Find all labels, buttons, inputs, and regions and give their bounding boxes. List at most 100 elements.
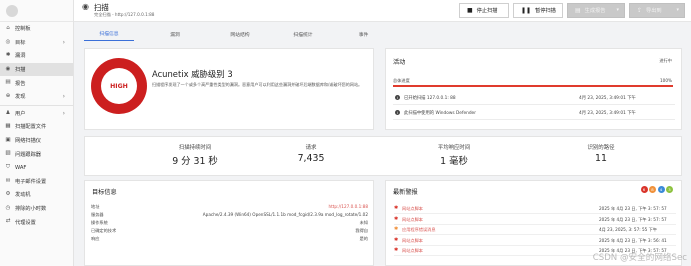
tab-site-structure[interactable]: 网站结构 [211,27,269,41]
alert-name[interactable]: 网站点脚本 [402,238,423,244]
activity-date: 4月 23, 2025, 3:49:01 下午 [579,96,636,101]
stat-duration: 扫描持续时间 9 分 31 秒 [135,143,255,167]
pause-icon: ❚❚ [521,7,532,14]
sidebar-item-label: WAF [15,164,27,171]
bug-icon: ✱ [394,236,399,243]
alert-date: 2025 年 4月 23 日, 下午 3: 57: 57 [599,206,667,211]
progress-value: 100% [660,78,672,83]
sidebar-item-label: 网络扫描仪 [15,138,41,145]
sidebar-item-waf[interactable]: ⛉ WAF [0,161,73,175]
sidebar-item-engine[interactable]: ⚙ 发动机 [0,188,73,202]
activity-panel: 活动 进行中 总体进度 100% i 已开始扫描 127.0.0.1: 88 4… [385,48,682,130]
report-icon: ▤ [5,79,11,86]
pause-scan-button[interactable]: ❚❚ 暂停扫描 [513,3,563,18]
sidebar-item-network-scanner[interactable]: ▣ 网络扫描仪 [0,134,73,148]
stat-label: 平均响应时间 [437,145,471,151]
tab-vulnerabilities[interactable]: 漏洞 [144,27,206,41]
sidebar-item-label: 代理设置 [15,219,36,226]
target-value: Apache/2.4.39 (Win64) OpenSSL/1.1.1b mod… [202,212,368,217]
chevron-right-icon: › [62,92,65,100]
logo[interactable] [0,0,73,22]
sidebar-item-radar[interactable]: ◉ 扫描 [0,62,73,77]
target-key: 已确定的技术 [91,228,117,233]
target-info-panel: 目标信息 地址 http://127.0.0.1:88 服务器 Apache/2… [84,180,374,266]
sidebar-item-clock[interactable]: ◷ 排除的小时数 [0,202,73,216]
activity-title: 活动 [393,59,406,66]
sidebar-item-bug[interactable]: ✱ 漏洞 [0,49,73,63]
alert-name[interactable]: 应用程序错误消息 [402,227,436,233]
stop-scan-label: 停止扫描 [476,8,498,14]
generate-report-label: 生成报告 [584,8,606,14]
alert-row[interactable]: ✱ 应用程序错误消息 4月 23, 2025, 3: 57: 55 下午 [394,225,676,235]
alert-date: 4月 23, 2025, 3: 57: 55 下午 [599,227,658,232]
activity-status: 进行中 [659,58,672,63]
stat-value: 9 分 31 秒 [172,156,218,167]
alert-row[interactable]: ✱ 网站点脚本 2025 年 4月 23 日, 下午 3: 57: 57 [394,215,676,225]
stat-label: 识别的路径 [587,145,615,151]
chevron-right-icon: › [62,109,65,117]
chevron-down-icon: ▾ [616,7,619,13]
tab-scan-stats[interactable]: 扫描统计 [274,27,332,41]
stat-paths: 识别的路径 11 [541,143,661,164]
bug-icon: ✱ [394,215,399,222]
stop-icon: ■ [467,7,473,14]
alert-name[interactable]: 网站点脚本 [402,217,423,223]
scan-radar-icon: ◉ [82,2,89,11]
chevron-down-icon: ▾ [676,7,679,13]
engine-icon: ⚙ [5,191,11,198]
threat-description: 扫描程序发现了一个或多个高严重性类型的漏洞。恶意用户可以利用这些漏洞并破坏后端数… [152,82,363,87]
sidebar-item-label: 目标 [15,39,26,46]
alert-date: 2025 年 4月 23 日, 下午 3: 57: 57 [599,216,667,222]
sidebar-item-users[interactable]: ♟ 用户 › [0,107,73,121]
sidebar-item-scan-profile[interactable]: ▦ 扫描配置文件 [0,120,73,134]
tab-scan-info[interactable]: 扫描信息 [84,27,134,41]
severity-count-badge[interactable]: 8 [649,186,656,193]
pause-scan-label: 暂停扫描 [535,8,556,14]
generate-report-button[interactable]: ▤ 生成报告 ▾ [567,3,625,18]
stat-value: 7,435 [297,153,325,164]
bug-icon: ✱ [394,205,399,211]
target-address-link[interactable]: http://127.0.0.1:88 [328,204,368,209]
bug-icon: ✱ [394,247,399,253]
export-button[interactable]: ⇪ 导出到 ▾ [629,3,685,18]
tab-events[interactable]: 事件 [336,27,391,41]
export-icon: ⇪ [637,7,643,14]
severity-count-badge[interactable]: 3 [666,186,673,193]
alert-name[interactable]: 网站点脚本 [402,248,423,254]
sidebar-item-email[interactable]: ✉ 电子邮件设置 [0,175,73,189]
scan-tabs: 扫描信息 漏洞 网站结构 扫描统计 事件 [74,27,691,41]
sidebar-item-label: 发现 [15,94,26,101]
sidebar: ⌂ 控制板 ◎ 目标 › ✱ 漏洞 ◉ 扫描 ▤ 报告 ⊕ 发现 › ♟ 用户 › ▦ 扫描配置文件 ▣ 网络扫描仪 ▧ 问… [0,0,74,266]
severity-count-badge[interactable]: 6 [640,186,648,193]
sidebar-item-report[interactable]: ▤ 报告 [0,76,73,90]
sidebar-item-dashboard[interactable]: ⌂ 控制板 [0,22,73,36]
alert-row[interactable]: ✱ 网站点脚本 2025 年 4月 23 日, 下午 3: 57: 57 [394,204,676,214]
alert-row[interactable]: ✱ 网站点脚本 2025 年 4月 23 日, 下午 3: 56: 41 [394,236,676,246]
proxy-icon: ⇄ [5,218,11,225]
activity-text: 此扫描中使用的 Windows Defender [404,111,476,116]
target-key: 响应 [91,236,100,241]
severity-count-badge[interactable]: 4 [657,186,665,193]
activity-row: i 已开始扫描 127.0.0.1: 88 4月 23, 2025, 3:49:… [393,92,675,105]
sidebar-item-discovery[interactable]: ⊕ 发现 › [0,90,73,104]
alerts-title: 最新警报 [393,189,418,196]
sidebar-item-issue-tracker[interactable]: ▧ 问题跟踪器 [0,147,73,161]
sidebar-item-label: 扫描 [15,67,26,74]
stat-requests: 请求 7,435 [251,143,371,164]
dashboard-icon: ⌂ [6,25,10,32]
stop-scan-button[interactable]: ■ 停止扫描 [459,3,509,18]
sidebar-item-target[interactable]: ◎ 目标 › [0,36,73,50]
scan-stats-panel: 扫描持续时间 9 分 31 秒 请求 7,435 平均响应时间 1 毫秒 识别的… [84,136,682,176]
activity-date: 4月 23, 2025, 3:49:01 下午 [579,111,636,116]
sidebar-item-proxy[interactable]: ⇄ 代理设置 [0,215,73,229]
stat-label: 扫描持续时间 [178,145,212,151]
progress-bar-fill [393,85,673,87]
target-info-title: 目标信息 [92,189,117,196]
page-header: ◉ 扫描 完全扫描 - http://127.0.0.1:88 ■ 停止扫描 ❚… [74,0,691,22]
activity-text: 已开始扫描 127.0.0.1: 88 [404,96,456,101]
alert-name[interactable]: 网站点脚本 [402,206,423,212]
target-value: 未知 [359,220,368,225]
watermark: CSDN @安全的网络Sec [592,253,687,263]
stat-label: 请求 [305,145,317,151]
sidebar-item-label: 报告 [15,80,26,87]
